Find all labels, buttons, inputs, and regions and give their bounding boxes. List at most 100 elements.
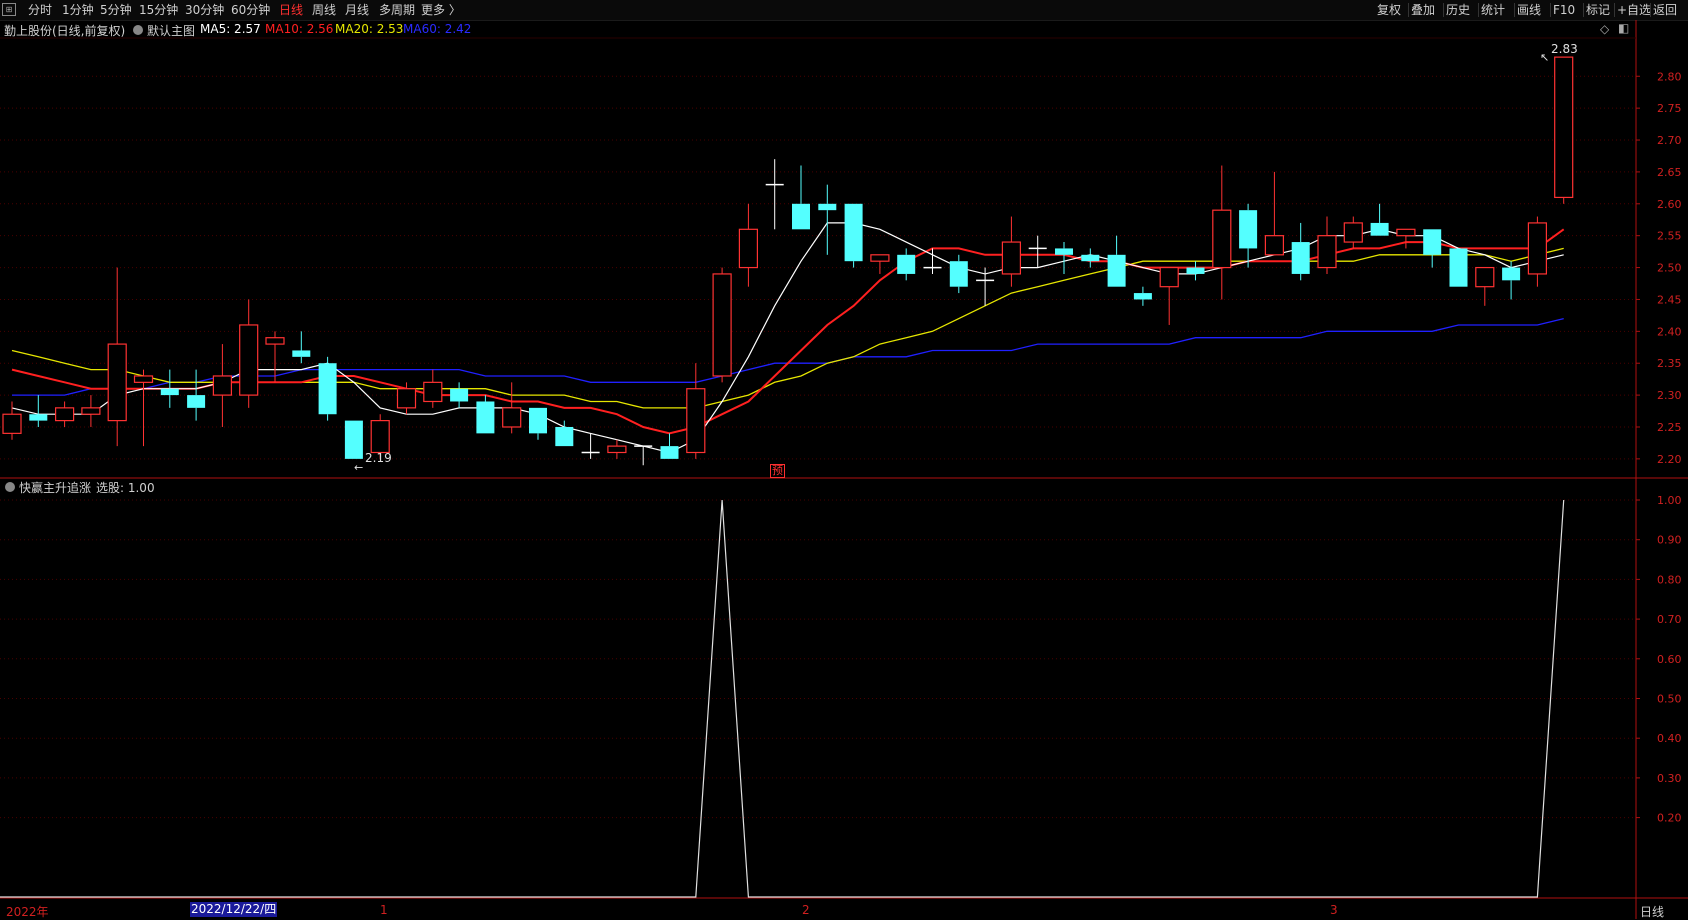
candle bbox=[976, 267, 995, 306]
candle bbox=[344, 420, 363, 459]
price-tick-label: 2.60 bbox=[1657, 198, 1682, 211]
price-tick-label: 2.40 bbox=[1657, 325, 1682, 338]
low-arrow-icon: ← bbox=[354, 461, 363, 474]
candle-body bbox=[187, 395, 206, 408]
candle bbox=[54, 401, 75, 427]
stock-chart: ↖ ← 2.80 2.75 2.70 2.65 2.60 2.55 2.50 2.45 2.40 2… bbox=[0, 20, 1688, 919]
selected-date: 2022/12/22/四 bbox=[190, 902, 278, 917]
indicator-name: 快赢主升追涨 bbox=[19, 481, 92, 495]
candle-body bbox=[450, 388, 469, 402]
candle bbox=[1370, 203, 1389, 236]
candle bbox=[1554, 56, 1574, 204]
price-tick-label: 2.30 bbox=[1657, 389, 1682, 402]
candle-body bbox=[1186, 267, 1205, 274]
year-label: 2022年 bbox=[6, 905, 49, 919]
indicator-tick-label: 0.80 bbox=[1657, 573, 1682, 586]
candle bbox=[660, 433, 679, 459]
candle-body bbox=[476, 401, 495, 434]
candle bbox=[212, 344, 232, 427]
candle-body bbox=[344, 420, 363, 459]
candle bbox=[634, 445, 653, 466]
candle bbox=[1475, 266, 1495, 306]
candle-body bbox=[1449, 248, 1468, 287]
candle-body bbox=[1343, 222, 1363, 243]
ma20-label: MA20: 2.53 bbox=[335, 22, 404, 36]
candle bbox=[897, 248, 916, 281]
candle-body bbox=[107, 343, 127, 422]
candle-body bbox=[502, 407, 522, 428]
candle bbox=[1081, 248, 1100, 268]
candle-body bbox=[1055, 248, 1073, 255]
candle-body bbox=[212, 375, 232, 396]
candle bbox=[1317, 216, 1337, 274]
candle-body bbox=[1396, 228, 1416, 237]
candle-body bbox=[660, 446, 679, 459]
candle bbox=[818, 184, 837, 255]
candle-body bbox=[1423, 229, 1442, 255]
candle-body bbox=[29, 414, 48, 421]
candle-body bbox=[529, 407, 547, 434]
candle-body bbox=[318, 363, 337, 415]
candle-body bbox=[292, 350, 311, 357]
candle bbox=[81, 395, 101, 427]
period-label[interactable]: 日线 bbox=[1640, 903, 1664, 920]
price-tick-label: 2.75 bbox=[1657, 102, 1682, 115]
candle-body bbox=[1001, 241, 1022, 275]
main-chart-toggle-icon[interactable] bbox=[133, 25, 143, 35]
candle-body bbox=[1212, 209, 1232, 269]
candle bbox=[2, 401, 22, 440]
candle bbox=[529, 407, 547, 440]
candle-body bbox=[1239, 210, 1258, 249]
candle-body bbox=[81, 407, 101, 415]
candle bbox=[1239, 203, 1258, 268]
candle-body bbox=[844, 203, 863, 262]
candle bbox=[292, 331, 311, 364]
price-tick-label: 2.80 bbox=[1657, 70, 1682, 83]
candle-body bbox=[818, 203, 837, 211]
month-label-1: 1 bbox=[380, 903, 388, 917]
candle bbox=[607, 439, 627, 459]
indicator-tick-label: 0.20 bbox=[1657, 812, 1682, 825]
price-tick-label: 2.65 bbox=[1657, 166, 1682, 179]
candle bbox=[502, 382, 522, 434]
diamond-icon[interactable]: ◇ bbox=[1600, 22, 1609, 36]
chart-name: 默认主图 bbox=[147, 24, 196, 38]
candle bbox=[239, 299, 259, 408]
forecast-marker[interactable]: 预 bbox=[770, 464, 785, 478]
candle bbox=[870, 254, 890, 274]
ma5-label: MA5: 2.57 bbox=[200, 22, 261, 36]
candle bbox=[1212, 165, 1232, 300]
candle-body bbox=[1264, 235, 1285, 256]
candle-body bbox=[160, 388, 179, 396]
candle-body bbox=[1502, 267, 1521, 281]
candle-body bbox=[1081, 254, 1100, 262]
candle bbox=[1291, 222, 1310, 281]
candle bbox=[1186, 261, 1205, 281]
candle-body bbox=[1133, 293, 1152, 300]
indicator-tick-label: 0.60 bbox=[1657, 653, 1682, 666]
signal-line bbox=[0, 499, 1565, 898]
candle bbox=[581, 433, 600, 459]
candle bbox=[1423, 229, 1442, 268]
indicator-toggle-icon[interactable] bbox=[5, 482, 15, 492]
price-tick-label: 2.20 bbox=[1657, 453, 1682, 466]
candle-body bbox=[370, 420, 390, 454]
candle bbox=[1396, 228, 1416, 249]
candle bbox=[187, 369, 206, 421]
candle-body bbox=[396, 388, 417, 409]
price-tick-label: 2.50 bbox=[1657, 262, 1682, 275]
candle bbox=[29, 395, 48, 427]
candle bbox=[1028, 235, 1047, 268]
candle-body bbox=[1107, 254, 1126, 287]
candle bbox=[712, 267, 732, 383]
candle bbox=[1001, 216, 1022, 287]
candle bbox=[792, 165, 810, 230]
indicator-tick-label: 0.40 bbox=[1657, 732, 1682, 745]
candle-body bbox=[1291, 242, 1310, 274]
window-icon[interactable]: ◧ bbox=[1618, 21, 1629, 35]
price-tick-label: 2.55 bbox=[1657, 230, 1682, 243]
ma60-label: MA60: 2.42 bbox=[403, 22, 472, 36]
candle-body bbox=[607, 445, 627, 454]
candle-body bbox=[792, 203, 810, 230]
candle bbox=[133, 369, 154, 447]
